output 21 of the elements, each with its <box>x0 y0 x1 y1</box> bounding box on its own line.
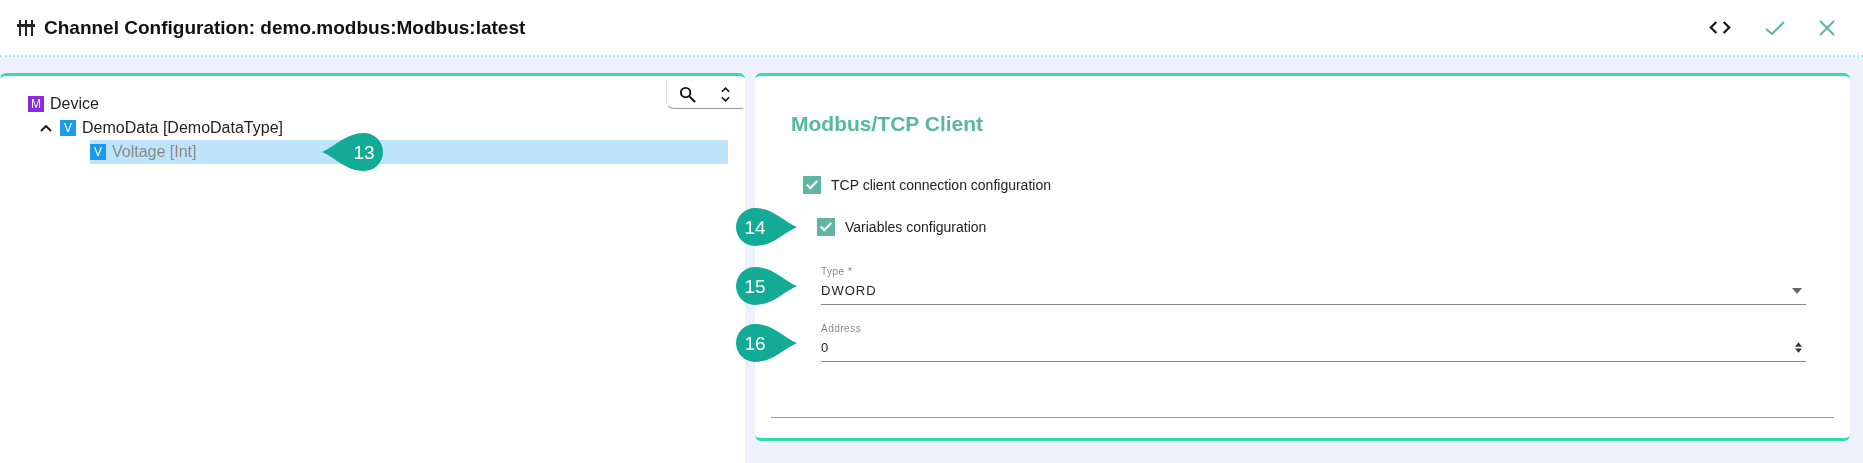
checkbox[interactable] <box>817 218 835 236</box>
checkbox-label: TCP client connection configuration <box>831 177 1051 193</box>
check-icon[interactable] <box>1765 19 1785 36</box>
callout-marker: 15 <box>735 265 797 306</box>
spinner-icon[interactable] <box>1795 342 1802 353</box>
tree-item[interactable]: M Device <box>28 92 745 116</box>
checkbox-label: Variables configuration <box>845 219 987 235</box>
select-field[interactable]: Type * DWORD <box>821 266 1806 305</box>
expand-collapse-icon[interactable] <box>720 84 731 104</box>
callout-marker: 13 <box>322 132 384 172</box>
sliders-icon <box>16 17 36 38</box>
callout-marker: 14 <box>735 207 797 247</box>
window-title: Channel Configuration: demo.modbus:Modbus:latest <box>44 16 526 39</box>
panel-title: Modbus/TCP Client <box>791 112 985 136</box>
dropdown-arrow-icon[interactable] <box>1792 287 1802 294</box>
checkbox[interactable] <box>803 176 821 194</box>
number-field[interactable]: Address 0 <box>821 323 1806 362</box>
callout-marker: 16 <box>735 322 797 363</box>
code-icon[interactable] <box>1709 20 1731 35</box>
search-icon[interactable] <box>679 85 696 103</box>
chevron-up-icon[interactable] <box>40 124 52 132</box>
